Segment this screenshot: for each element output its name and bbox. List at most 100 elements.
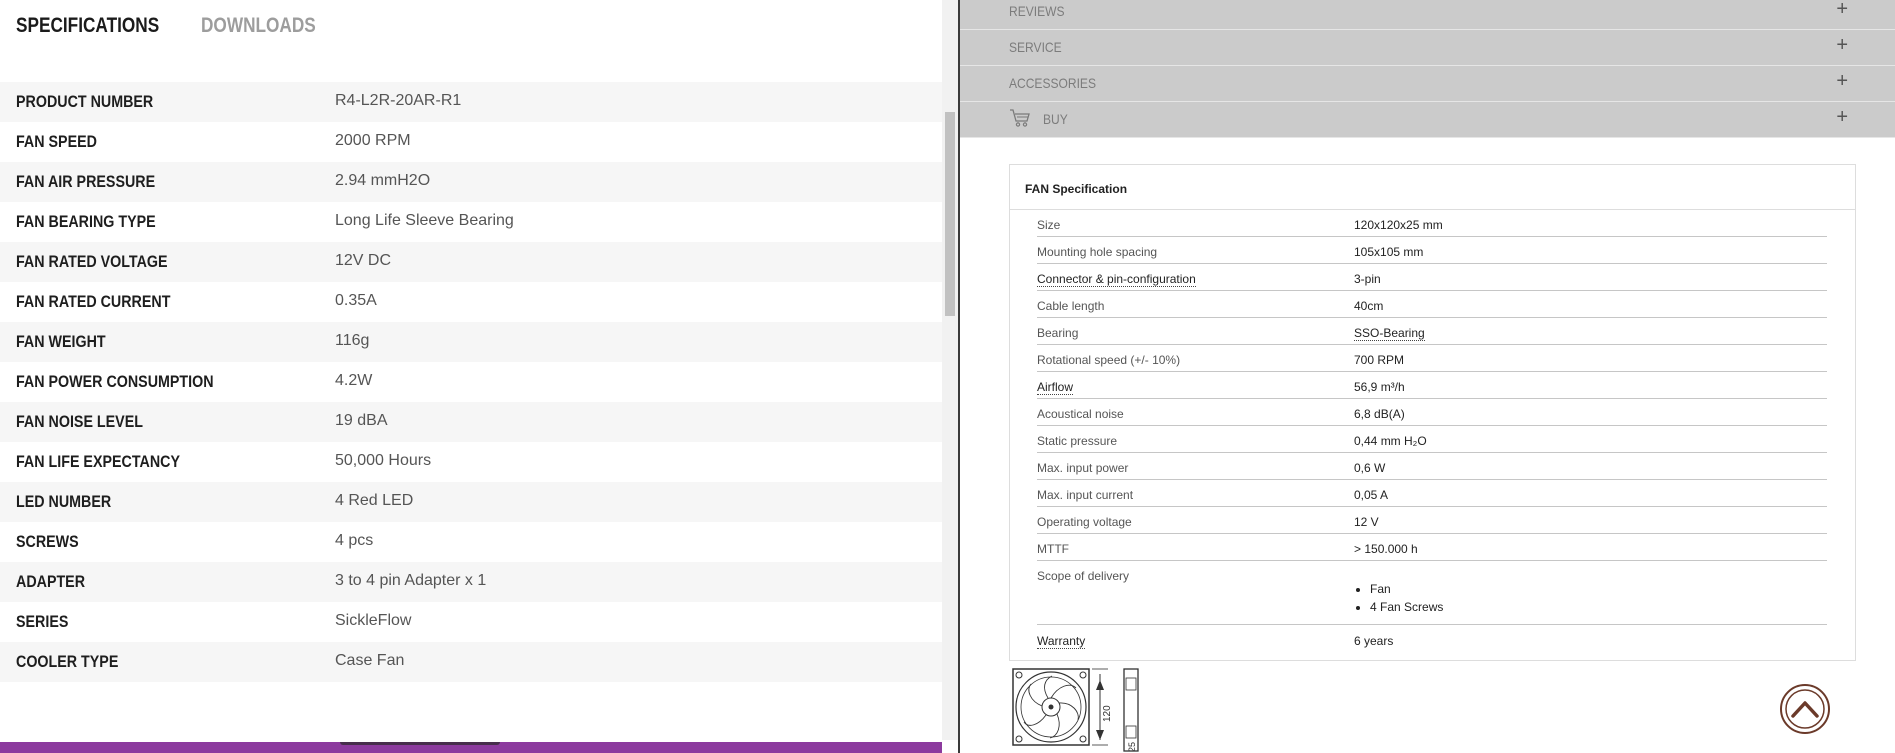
warranty-row: Warranty 6 years: [1037, 625, 1827, 655]
spec-value: 4 pcs: [335, 532, 374, 549]
spec-row: PRODUCT NUMBER R4-L2R-20AR-R1: [0, 82, 942, 122]
fan-spec-value: 105x105 mm: [1354, 245, 1424, 259]
fan-spec-label: Acoustical noise: [1037, 407, 1124, 421]
spec-value: R4-L2R-20AR-R1: [335, 92, 462, 109]
fan-spec-value: 0,05 A: [1354, 488, 1389, 502]
spec-row: ADAPTER 3 to 4 pin Adapter x 1: [0, 562, 942, 602]
spec-label: FAN AIR PRESSURE: [16, 172, 156, 191]
spec-row: FAN RATED CURRENT 0.35A: [0, 282, 942, 322]
plus-icon[interactable]: +: [1836, 106, 1848, 129]
drawing-depth-label: 25: [1127, 742, 1137, 752]
fan-spec-label: Operating voltage: [1037, 515, 1132, 529]
spec-row: SCREWS 4 pcs: [0, 522, 942, 562]
tab-specifications[interactable]: SPECIFICATIONS: [16, 14, 159, 38]
spec-label: FAN WEIGHT: [16, 332, 106, 351]
spec-row: FAN RATED VOLTAGE 12V DC: [0, 242, 942, 282]
fan-spec-row: Static pressure 0,44 mm H₂O: [1037, 425, 1827, 453]
plus-icon[interactable]: +: [1836, 34, 1848, 57]
fan-spec-value: 56,9 m³/h: [1354, 380, 1405, 394]
fan-spec-label[interactable]: Airflow: [1037, 380, 1074, 395]
fan-spec-row: Acoustical noise 6,8 dB(A): [1037, 398, 1827, 426]
spec-label: FAN NOISE LEVEL: [16, 412, 143, 431]
fan-spec-value: 700 RPM: [1354, 353, 1405, 367]
spec-value: 0.35A: [335, 292, 377, 309]
spec-row: FAN LIFE EXPECTANCY 50,000 Hours: [0, 442, 942, 482]
spec-label: COOLER TYPE: [16, 652, 119, 671]
fan-spec-label: Rotational speed (+/- 10%): [1037, 353, 1181, 367]
spec-label: FAN LIFE EXPECTANCY: [16, 452, 180, 471]
fan-spec-label: MTTF: [1037, 542, 1069, 556]
fan-spec-label: Bearing: [1037, 326, 1079, 340]
plus-icon[interactable]: +: [1836, 0, 1848, 21]
accordion-reviews[interactable]: REVIEWS +: [960, 0, 1895, 30]
accordion-reviews-label: REVIEWS: [1009, 3, 1065, 19]
spec-value: 2.94 mmH2O: [335, 172, 431, 189]
fan-spec-label: Mounting hole spacing: [1037, 245, 1158, 259]
spec-table: PRODUCT NUMBER R4-L2R-20AR-R1 FAN SPEED 200…: [0, 82, 942, 682]
spec-label: SERIES: [16, 612, 69, 631]
scope-of-delivery-label: Scope of delivery: [1037, 569, 1130, 583]
chevron-up-icon: [1785, 689, 1825, 729]
spec-value: 4.2W: [335, 372, 373, 389]
spec-value: SickleFlow: [335, 612, 412, 629]
scope-item: 4 Fan Screws: [1370, 598, 1443, 616]
fan-spec-row: Max. input power 0,6 W: [1037, 452, 1827, 480]
spec-row: LED NUMBER 4 Red LED: [0, 482, 942, 522]
spec-value: 4 Red LED: [335, 492, 414, 509]
spec-row: COOLER TYPE Case Fan: [0, 642, 942, 682]
fan-specification-title: FAN Specification: [1025, 182, 1128, 196]
accordion-service-label: SERVICE: [1009, 39, 1062, 55]
spec-label: LED NUMBER: [16, 492, 112, 511]
cart-icon: [1010, 109, 1030, 127]
fan-spec-value[interactable]: SSO-Bearing: [1354, 326, 1425, 341]
spec-label: FAN RATED VOLTAGE: [16, 252, 168, 271]
fan-spec-value: 12 V: [1354, 515, 1379, 529]
product-info-pane: REVIEWS + SERVICE + ACCESSORIES + BUY + …: [960, 0, 1895, 753]
fan-spec-label: Cable length: [1037, 299, 1105, 313]
spec-value: 2000 RPM: [335, 132, 411, 149]
fan-dimension-drawing: 120 25: [1012, 668, 1139, 752]
scrollbar-track[interactable]: [942, 0, 958, 740]
fan-spec-row: Rotational speed (+/- 10%) 700 RPM: [1037, 344, 1827, 372]
scrollbar-thumb[interactable]: [945, 112, 955, 316]
fan-spec-label: Size: [1037, 218, 1061, 232]
spec-value: Long Life Sleeve Bearing: [335, 212, 514, 229]
scroll-to-top-button[interactable]: [1780, 684, 1830, 734]
fan-spec-value: 120x120x25 mm: [1354, 218, 1443, 232]
fan-specification-box: FAN Specification Size 120x120x25 mm Mount…: [1009, 164, 1856, 661]
fan-spec-value: 40cm: [1354, 299, 1384, 313]
scope-item: Fan: [1370, 580, 1443, 598]
fan-spec-row: Size 120x120x25 mm: [1037, 209, 1827, 237]
fan-spec-row: Connector & pin-configuration 3-pin: [1037, 263, 1827, 291]
tab-downloads[interactable]: DOWNLOADS: [201, 14, 316, 38]
accordion-accessories[interactable]: ACCESSORIES +: [960, 66, 1895, 102]
accordion-buy[interactable]: BUY +: [960, 102, 1895, 138]
spec-row: FAN NOISE LEVEL 19 dBA: [0, 402, 942, 442]
spec-value: 116g: [335, 332, 370, 349]
warranty-value: 6 years: [1354, 634, 1394, 648]
fan-spec-row: Bearing SSO-Bearing: [1037, 317, 1827, 345]
fan-spec-label: Max. input current: [1037, 488, 1134, 502]
specifications-pane: SPECIFICATIONS DOWNLOADS PRODUCT NUMBER R…: [0, 0, 960, 753]
spec-row: FAN WEIGHT 116g: [0, 322, 942, 362]
drawing-height-label: 120: [1102, 705, 1113, 722]
fan-spec-value: 0,44 mm H₂O: [1354, 434, 1427, 448]
fan-spec-row: MTTF > 150.000 h: [1037, 533, 1827, 561]
fan-spec-row: Cable length 40cm: [1037, 290, 1827, 318]
warranty-label[interactable]: Warranty: [1037, 634, 1086, 649]
spec-row: SERIES SickleFlow: [0, 602, 942, 642]
spec-label: ADAPTER: [16, 572, 86, 591]
scope-of-delivery-row: Scope of delivery Fan 4 Fan Screws: [1037, 560, 1827, 625]
fan-spec-value: > 150.000 h: [1354, 542, 1418, 556]
fan-spec-value: 6,8 dB(A): [1354, 407, 1405, 421]
spec-row: FAN AIR PRESSURE 2.94 mmH2O: [0, 162, 942, 202]
fan-spec-label[interactable]: Connector & pin-configuration: [1037, 272, 1196, 287]
fan-spec-row: Operating voltage 12 V: [1037, 506, 1827, 534]
spec-label: FAN RATED CURRENT: [16, 292, 171, 311]
plus-icon[interactable]: +: [1836, 70, 1848, 93]
fan-spec-label: Static pressure: [1037, 434, 1118, 448]
fan-spec-value: 3-pin: [1354, 272, 1381, 286]
accordion-service[interactable]: SERVICE +: [960, 30, 1895, 66]
accordion-accessories-label: ACCESSORIES: [1009, 75, 1096, 91]
spec-value: 12V DC: [335, 252, 392, 269]
